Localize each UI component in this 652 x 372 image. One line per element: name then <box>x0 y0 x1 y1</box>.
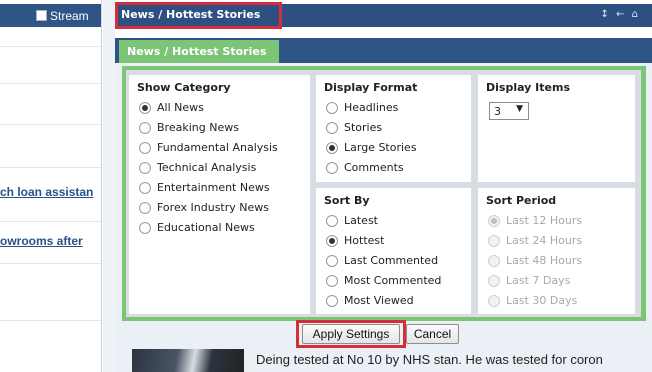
radio-button[interactable] <box>139 222 151 234</box>
widget-header: News / Hottest Stories ↕ ← ⌂ <box>115 2 652 29</box>
option-label: Last Commented <box>344 254 439 267</box>
sort-period-panel: Sort Period Last 12 Hours Last 24 Hours … <box>478 188 635 314</box>
article-photo[interactable] <box>132 349 244 372</box>
divider <box>0 320 101 321</box>
divider <box>0 263 101 264</box>
divider <box>0 83 101 84</box>
divider <box>0 46 101 47</box>
divider <box>0 167 101 168</box>
option-label: Large Stories <box>344 141 417 154</box>
option-label: Last 30 Days <box>506 294 578 307</box>
radio-button <box>488 215 500 227</box>
widget-controls-icon[interactable]: ↕ ← ⌂ <box>601 9 640 20</box>
option-label: Last 7 Days <box>506 274 571 287</box>
option-label: Fundamental Analysis <box>157 141 278 154</box>
option-label: Technical Analysis <box>157 161 257 174</box>
option-label: Last 24 Hours <box>506 234 583 247</box>
option-label: Comments <box>344 161 404 174</box>
option-label: Last 12 Hours <box>506 214 583 227</box>
option-label: Educational News <box>157 221 255 234</box>
select-value: 3 <box>494 105 501 118</box>
radio-button[interactable] <box>326 235 338 247</box>
option-label: All News <box>157 101 204 114</box>
stream-bar: Stream <box>0 4 101 27</box>
radio-button <box>488 275 500 287</box>
radio-button <box>488 235 500 247</box>
radio-button[interactable] <box>326 102 338 114</box>
show-category-title: Show Category <box>137 81 231 94</box>
show-category-panel: Show Category All News Breaking News Fun… <box>129 75 310 314</box>
option-label: Entertainment News <box>157 181 270 194</box>
radio-button[interactable] <box>326 215 338 227</box>
radio-button[interactable] <box>326 275 338 287</box>
divider <box>0 124 101 125</box>
article-snippet: Deing tested at No 10 by NHS stan. He wa… <box>256 352 603 367</box>
option-label: Breaking News <box>157 121 239 134</box>
radio-button[interactable] <box>139 122 151 134</box>
display-items-title: Display Items <box>486 81 570 94</box>
display-items-select[interactable]: 3 ▼ <box>489 102 529 120</box>
option-label: Last 48 Hours <box>506 254 583 267</box>
radio-button[interactable] <box>326 142 338 154</box>
radio-button[interactable] <box>139 202 151 214</box>
option-label: Most Commented <box>344 274 442 287</box>
dropdown-arrow-icon: ▼ <box>516 104 523 114</box>
sort-period-title: Sort Period <box>486 194 557 207</box>
option-label: Forex Industry News <box>157 201 269 214</box>
settings-tab[interactable]: News / Hottest Stories <box>119 40 279 63</box>
radio-button[interactable] <box>326 295 338 307</box>
stream-checkbox[interactable] <box>36 10 47 21</box>
display-items-panel: Display Items 3 ▼ <box>478 75 635 182</box>
option-label: Latest <box>344 214 378 227</box>
cancel-button[interactable]: Cancel <box>406 324 459 344</box>
radio-button[interactable] <box>139 102 151 114</box>
left-column: Stream ch loan assistan owrooms after <box>0 0 102 372</box>
title-highlight <box>115 2 282 29</box>
column-gutter <box>103 0 115 372</box>
display-format-panel: Display Format Headlines Stories Large S… <box>316 75 471 182</box>
display-format-title: Display Format <box>324 81 418 94</box>
radio-button[interactable] <box>326 162 338 174</box>
divider <box>0 221 101 222</box>
sort-by-panel: Sort By Latest Hottest Last Commented Mo… <box>316 188 471 314</box>
radio-button[interactable] <box>139 162 151 174</box>
news-link[interactable]: owrooms after <box>0 234 83 248</box>
radio-button[interactable] <box>139 182 151 194</box>
option-label: Stories <box>344 121 383 134</box>
settings-header: News / Hottest Stories <box>115 38 652 63</box>
news-link[interactable]: ch loan assistan <box>0 185 93 199</box>
radio-button[interactable] <box>326 122 338 134</box>
stream-label: Stream <box>50 9 89 23</box>
radio-button[interactable] <box>326 255 338 267</box>
option-label: Most Viewed <box>344 294 414 307</box>
apply-settings-button[interactable]: Apply Settings <box>302 324 400 344</box>
option-label: Headlines <box>344 101 399 114</box>
sort-by-title: Sort By <box>324 194 370 207</box>
radio-button <box>488 295 500 307</box>
radio-button <box>488 255 500 267</box>
radio-button[interactable] <box>139 142 151 154</box>
option-label: Hottest <box>344 234 385 247</box>
